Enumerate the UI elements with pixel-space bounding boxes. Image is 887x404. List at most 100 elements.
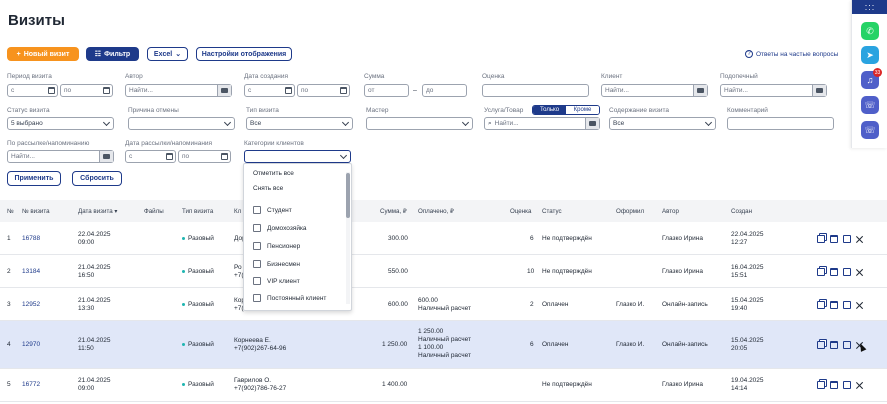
service-search-input[interactable]: ⌕ Найти...	[484, 117, 600, 130]
visit-link[interactable]: 16788	[22, 235, 40, 243]
reset-button[interactable]: Сбросить	[72, 171, 122, 186]
visit-type-select[interactable]: Все	[246, 117, 353, 130]
visit-link[interactable]: 13184	[22, 268, 40, 276]
visit-content-select[interactable]: Все	[609, 117, 716, 130]
author-search-input[interactable]: Найти...	[125, 84, 232, 97]
visit-link[interactable]: 12952	[22, 301, 40, 309]
checkbox[interactable]	[253, 277, 261, 285]
close-icon[interactable]	[856, 301, 864, 309]
select-all-option[interactable]: Отметить все	[253, 170, 294, 177]
mailing-from-input[interactable]: с	[125, 150, 176, 163]
col-status[interactable]: Статус	[542, 208, 562, 215]
toggle-except[interactable]: Кроме	[566, 106, 599, 114]
table-row[interactable]: 3 12952 21.04.2025 13:30 Разовый Кор +7(…	[0, 288, 887, 321]
rating-input[interactable]	[482, 84, 589, 97]
edit-icon[interactable]	[843, 268, 851, 276]
category-option[interactable]: VIP клиент	[253, 277, 300, 285]
category-option[interactable]: Студент	[253, 206, 292, 214]
close-icon[interactable]	[856, 381, 864, 389]
display-settings-button[interactable]: Настройки отображения	[196, 47, 292, 61]
folder-icon[interactable]	[693, 85, 707, 96]
calendar-icon[interactable]	[830, 235, 838, 243]
folder-icon[interactable]	[217, 85, 231, 96]
client-name[interactable]: Корнеева Е.	[234, 337, 271, 345]
checkbox[interactable]	[253, 260, 261, 268]
client-name[interactable]: Гаврилов О.	[234, 377, 271, 385]
checkbox[interactable]	[253, 206, 261, 214]
service-mode-toggle[interactable]: Только Кроме	[532, 105, 600, 115]
by-mailing-search-input[interactable]: Найти...	[7, 150, 114, 163]
telegram-icon[interactable]: ➤	[861, 46, 879, 64]
sum-to-input[interactable]: до	[422, 84, 467, 97]
toggle-only[interactable]: Только	[533, 106, 566, 114]
excel-button[interactable]: Excel ⌄	[147, 47, 188, 61]
created-from-input[interactable]: с	[244, 84, 295, 97]
edit-icon[interactable]	[843, 235, 851, 243]
col-created[interactable]: Создан	[731, 208, 752, 215]
menu-dots-icon[interactable]: :::	[852, 0, 887, 14]
calendar-icon[interactable]	[830, 268, 838, 276]
col-visit-no[interactable]: № визита	[22, 208, 50, 215]
calendar-icon[interactable]	[830, 381, 838, 389]
checkbox[interactable]	[253, 294, 261, 302]
edit-icon[interactable]	[843, 381, 851, 389]
edit-icon[interactable]	[843, 341, 851, 349]
created-to-input[interactable]: по	[297, 84, 350, 97]
col-sum[interactable]: Сумма, ₽	[380, 208, 407, 215]
visit-status-select[interactable]: 5 выбрано	[7, 117, 114, 130]
visit-period-from-input[interactable]: с	[7, 84, 58, 97]
folder-icon[interactable]	[99, 151, 113, 162]
checkbox[interactable]	[253, 242, 261, 250]
visit-period-to-input[interactable]: по	[60, 84, 113, 97]
client-category-select[interactable]	[244, 150, 351, 163]
whatsapp-icon[interactable]: ✆	[861, 22, 879, 40]
phone-icon[interactable]: ☏	[861, 96, 879, 114]
sum-from-input[interactable]: от	[364, 84, 409, 97]
category-option[interactable]: Пенсионер	[253, 242, 300, 250]
edit-icon[interactable]	[843, 301, 851, 309]
table-row[interactable]: 1 16788 22.04.2025 09:00 Разовый Дор 300…	[0, 222, 887, 255]
col-rating[interactable]: Оценка	[510, 208, 531, 215]
col-cashier[interactable]: Оформил	[616, 208, 644, 215]
col-visit-date[interactable]: Дата визита ▾	[78, 208, 118, 215]
checkbox[interactable]	[253, 224, 261, 232]
col-paid[interactable]: Оплачено, ₽	[418, 208, 454, 215]
client-name[interactable]: Ро	[234, 264, 242, 272]
copy-icon[interactable]	[817, 301, 825, 309]
bell-icon[interactable]: ♫ 33	[861, 68, 882, 89]
col-type[interactable]: Тип визита	[182, 208, 213, 215]
copy-icon[interactable]	[817, 381, 825, 389]
table-row[interactable]: 2 13184 21.04.2025 16:50 Разовый Ро +7( …	[0, 255, 887, 288]
faq-link[interactable]: ? Ответы на частые вопросы	[745, 50, 838, 58]
recommender-search-input[interactable]: Найти...	[720, 84, 827, 97]
col-files[interactable]: Файлы	[144, 208, 164, 215]
category-option[interactable]: Бизнесмен	[253, 260, 300, 268]
visit-link[interactable]: 16772	[22, 381, 40, 389]
new-visit-button[interactable]: + Новый визит	[7, 47, 79, 61]
phone-callback-icon[interactable]: ☏	[861, 121, 879, 139]
filter-button[interactable]: ☷ Фильтр	[86, 47, 139, 61]
col-client[interactable]: Кл	[234, 208, 241, 215]
copy-icon[interactable]	[817, 268, 825, 276]
calendar-icon[interactable]	[830, 341, 838, 349]
category-option[interactable]: Домохозяйка	[253, 224, 307, 232]
clear-all-option[interactable]: Снять все	[253, 185, 283, 192]
comment-input[interactable]	[727, 117, 834, 130]
table-row[interactable]: 4 12970 21.04.2025 11:50 Разовый Корнеев…	[0, 321, 887, 369]
folder-icon[interactable]	[812, 85, 826, 96]
visit-link[interactable]: 12970	[22, 341, 40, 349]
cancel-reason-select[interactable]	[128, 117, 235, 130]
copy-icon[interactable]	[817, 341, 825, 349]
calendar-icon[interactable]	[830, 301, 838, 309]
copy-icon[interactable]	[817, 235, 825, 243]
table-row[interactable]: 5 16772 21.04.2025 09:00 Разовый Гаврило…	[0, 369, 887, 402]
col-author[interactable]: Автор	[662, 208, 679, 215]
mailing-to-input[interactable]: по	[178, 150, 231, 163]
apply-button[interactable]: Применить	[7, 171, 61, 186]
folder-icon[interactable]	[585, 118, 599, 129]
close-icon[interactable]	[856, 268, 864, 276]
category-option[interactable]: Постоянный клиент	[253, 294, 326, 302]
client-search-input[interactable]: Найти...	[601, 84, 708, 97]
dropdown-scroll-thumb[interactable]	[346, 173, 350, 218]
master-select[interactable]	[366, 117, 473, 130]
